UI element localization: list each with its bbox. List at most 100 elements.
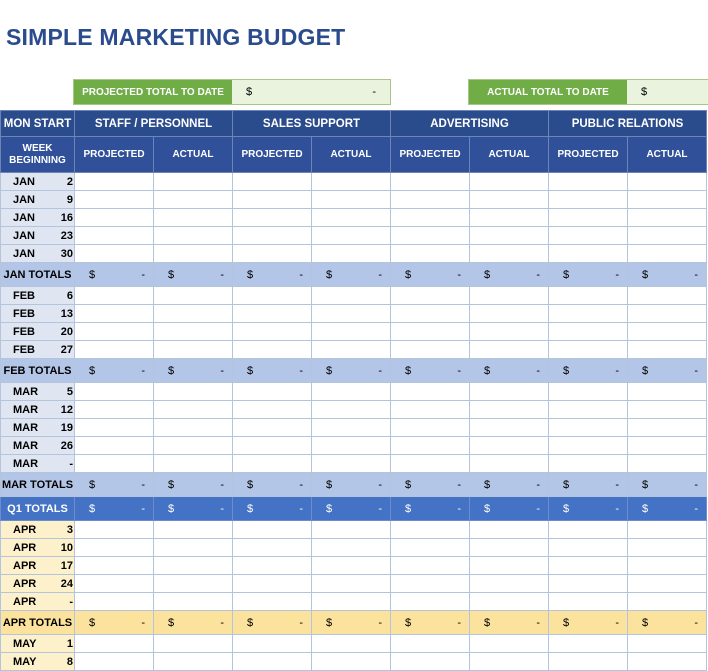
budget-cell[interactable] <box>153 286 233 305</box>
budget-cell[interactable] <box>232 454 312 473</box>
budget-cell[interactable] <box>390 244 470 263</box>
budget-cell[interactable] <box>469 454 549 473</box>
budget-cell[interactable] <box>311 304 391 323</box>
budget-cell[interactable] <box>74 322 154 341</box>
total-cell[interactable]: $ - <box>548 358 628 383</box>
budget-cell[interactable] <box>74 436 154 455</box>
budget-cell[interactable] <box>311 436 391 455</box>
budget-cell[interactable] <box>548 304 628 323</box>
budget-cell[interactable] <box>153 454 233 473</box>
budget-cell[interactable] <box>390 340 470 359</box>
total-cell[interactable]: $ - <box>627 358 707 383</box>
total-cell[interactable]: $ - <box>390 358 470 383</box>
budget-cell[interactable] <box>232 340 312 359</box>
budget-cell[interactable] <box>627 592 707 611</box>
budget-cell[interactable] <box>548 208 628 227</box>
budget-cell[interactable] <box>153 340 233 359</box>
budget-cell[interactable] <box>548 226 628 245</box>
budget-cell[interactable] <box>311 634 391 653</box>
budget-cell[interactable] <box>627 454 707 473</box>
total-cell[interactable]: $ - <box>469 358 549 383</box>
total-cell[interactable]: $ - <box>627 262 707 287</box>
budget-cell[interactable] <box>311 418 391 437</box>
budget-cell[interactable] <box>548 538 628 557</box>
total-cell[interactable]: $ - <box>627 496 707 521</box>
total-cell[interactable]: $ - <box>469 610 549 635</box>
budget-cell[interactable] <box>153 520 233 539</box>
budget-cell[interactable] <box>627 208 707 227</box>
budget-cell[interactable] <box>390 382 470 401</box>
budget-cell[interactable] <box>153 400 233 419</box>
budget-cell[interactable] <box>153 322 233 341</box>
budget-cell[interactable] <box>153 418 233 437</box>
budget-cell[interactable] <box>232 574 312 593</box>
budget-cell[interactable] <box>153 436 233 455</box>
budget-cell[interactable] <box>548 400 628 419</box>
budget-cell[interactable] <box>74 226 154 245</box>
budget-cell[interactable] <box>469 436 549 455</box>
budget-cell[interactable] <box>74 400 154 419</box>
budget-cell[interactable] <box>469 382 549 401</box>
budget-cell[interactable] <box>311 454 391 473</box>
budget-cell[interactable] <box>232 418 312 437</box>
budget-cell[interactable] <box>74 172 154 191</box>
budget-cell[interactable] <box>390 436 470 455</box>
budget-cell[interactable] <box>469 286 549 305</box>
budget-cell[interactable] <box>390 652 470 671</box>
budget-cell[interactable] <box>469 538 549 557</box>
budget-cell[interactable] <box>469 208 549 227</box>
budget-cell[interactable] <box>627 652 707 671</box>
budget-cell[interactable] <box>74 634 154 653</box>
budget-cell[interactable] <box>232 592 312 611</box>
budget-cell[interactable] <box>311 400 391 419</box>
budget-cell[interactable] <box>74 652 154 671</box>
budget-cell[interactable] <box>232 400 312 419</box>
budget-cell[interactable] <box>627 538 707 557</box>
total-cell[interactable]: $ - <box>627 610 707 635</box>
budget-cell[interactable] <box>627 226 707 245</box>
budget-cell[interactable] <box>548 520 628 539</box>
budget-cell[interactable] <box>74 520 154 539</box>
budget-cell[interactable] <box>390 538 470 557</box>
total-cell[interactable]: $ - <box>390 262 470 287</box>
budget-cell[interactable] <box>469 190 549 209</box>
budget-cell[interactable] <box>153 556 233 575</box>
budget-cell[interactable] <box>153 652 233 671</box>
budget-cell[interactable] <box>390 400 470 419</box>
total-cell[interactable]: $ - <box>232 610 312 635</box>
total-cell[interactable]: $ - <box>390 496 470 521</box>
budget-cell[interactable] <box>311 538 391 557</box>
budget-cell[interactable] <box>311 574 391 593</box>
budget-cell[interactable] <box>311 226 391 245</box>
total-cell[interactable]: $ - <box>153 262 233 287</box>
budget-cell[interactable] <box>548 454 628 473</box>
budget-cell[interactable] <box>390 322 470 341</box>
budget-cell[interactable] <box>627 574 707 593</box>
total-cell[interactable]: $ - <box>74 262 154 287</box>
total-cell[interactable]: $ - <box>74 610 154 635</box>
total-cell[interactable]: $ - <box>548 472 628 497</box>
budget-cell[interactable] <box>469 226 549 245</box>
budget-cell[interactable] <box>627 322 707 341</box>
budget-cell[interactable] <box>74 286 154 305</box>
budget-cell[interactable] <box>311 652 391 671</box>
total-cell[interactable]: $ - <box>311 262 391 287</box>
budget-cell[interactable] <box>153 592 233 611</box>
budget-cell[interactable] <box>548 172 628 191</box>
budget-cell[interactable] <box>548 436 628 455</box>
budget-cell[interactable] <box>311 592 391 611</box>
budget-cell[interactable] <box>548 322 628 341</box>
budget-cell[interactable] <box>390 454 470 473</box>
actual-total-value[interactable]: $ <box>627 80 708 104</box>
budget-cell[interactable] <box>469 322 549 341</box>
budget-cell[interactable] <box>74 190 154 209</box>
budget-cell[interactable] <box>469 244 549 263</box>
budget-cell[interactable] <box>390 208 470 227</box>
total-cell[interactable]: $ - <box>548 262 628 287</box>
budget-cell[interactable] <box>548 574 628 593</box>
budget-cell[interactable] <box>153 304 233 323</box>
budget-cell[interactable] <box>311 208 391 227</box>
budget-cell[interactable] <box>232 226 312 245</box>
total-cell[interactable]: $ - <box>627 472 707 497</box>
budget-cell[interactable] <box>311 520 391 539</box>
